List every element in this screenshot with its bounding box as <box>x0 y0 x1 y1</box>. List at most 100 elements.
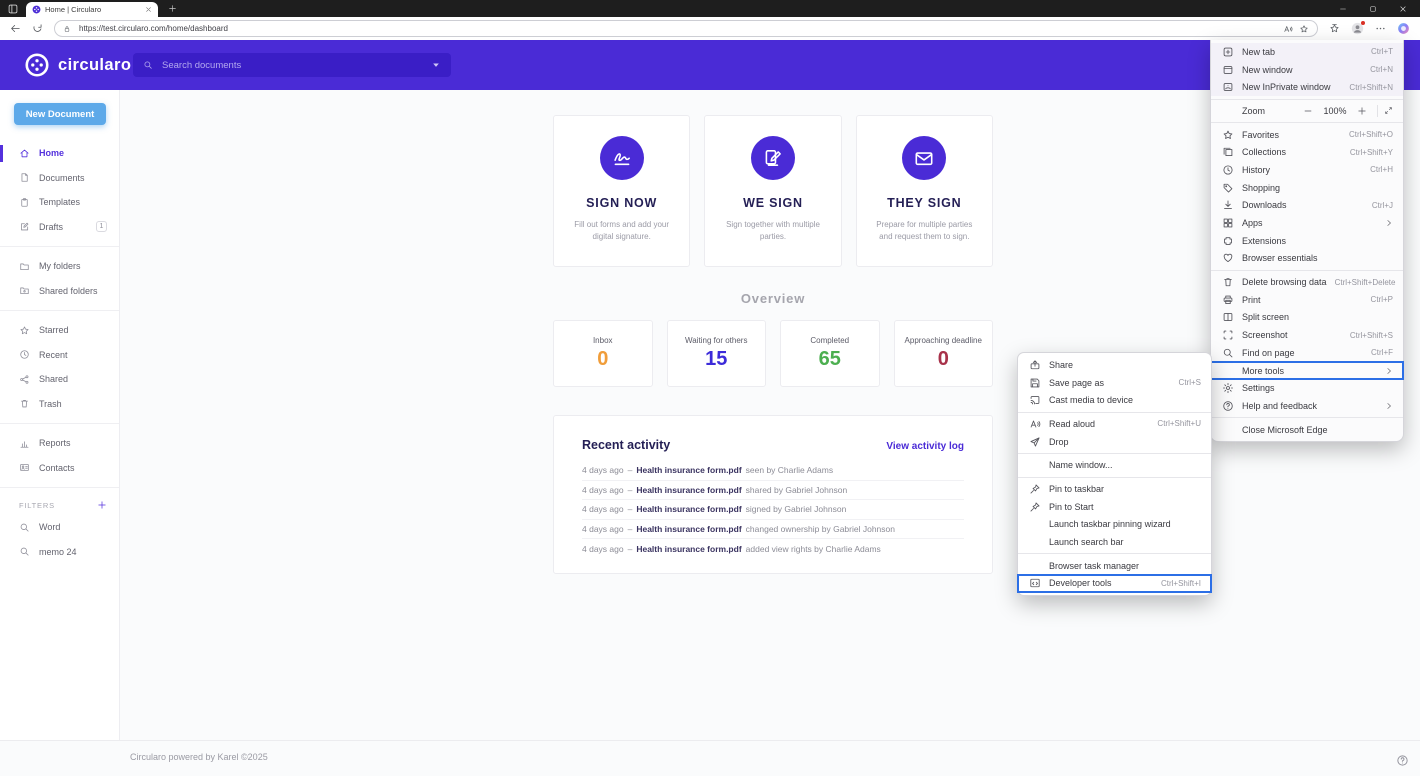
minus-icon[interactable] <box>1303 106 1313 116</box>
plus-icon[interactable] <box>97 500 107 510</box>
stat-value: 0 <box>938 348 949 371</box>
maximize-icon <box>1369 5 1377 13</box>
submenu-item[interactable]: Name window... <box>1018 456 1211 474</box>
sidebar-item[interactable]: Shared folders <box>0 279 119 304</box>
lock-icon[interactable] <box>63 25 71 33</box>
caret-down-icon[interactable] <box>431 60 441 70</box>
stat-card[interactable]: Completed 65 <box>780 320 880 387</box>
activity-file-link[interactable]: Health insurance form.pdf <box>636 544 741 554</box>
menu-item[interactable]: Favorites Ctrl+Shift+O <box>1211 126 1403 144</box>
activity-file-link[interactable]: Health insurance form.pdf <box>636 465 741 475</box>
menu-item[interactable]: Shopping <box>1211 179 1403 197</box>
menu-item[interactable]: Split screen <box>1211 309 1403 327</box>
submenu-item[interactable]: Read aloud Ctrl+Shift+U <box>1018 415 1211 433</box>
sidebar-item[interactable]: Drafts 1 <box>0 215 119 240</box>
menu-item[interactable]: Browser essentials <box>1211 250 1403 268</box>
browser-tab[interactable]: Home | Circularo <box>26 2 158 17</box>
submenu-item[interactable]: Cast media to device <box>1018 391 1211 409</box>
menu-item-label: Find on page <box>1242 348 1363 358</box>
help-icon[interactable] <box>1396 754 1409 767</box>
menu-item[interactable]: Find on page Ctrl+F <box>1211 344 1403 362</box>
stat-card[interactable]: Approaching deadline 0 <box>894 320 994 387</box>
submenu-item[interactable]: Drop <box>1018 433 1211 451</box>
menu-item-label: Favorites <box>1242 130 1341 140</box>
menu-item[interactable]: Apps <box>1211 214 1403 232</box>
read-aloud-icon[interactable] <box>1283 24 1293 34</box>
submenu-item[interactable]: Launch taskbar pinning wizard <box>1018 516 1211 534</box>
sign-card[interactable]: THEY SIGN Prepare for multiple parties a… <box>856 115 993 267</box>
sign-cards-row: SIGN NOW Fill out forms and add your dig… <box>553 115 993 267</box>
address-bar[interactable] <box>54 20 1318 37</box>
sidebar-item[interactable]: Home <box>0 141 119 166</box>
minimize-button[interactable] <box>1328 0 1358 17</box>
submenu-item[interactable]: Save page as Ctrl+S <box>1018 374 1211 392</box>
view-activity-log-link[interactable]: View activity log <box>886 441 964 452</box>
copilot-icon[interactable] <box>1397 22 1410 35</box>
sidebar-item[interactable]: Starred <box>0 318 119 343</box>
menu-item-label: Browser essentials <box>1242 253 1393 263</box>
menu-item[interactable]: History Ctrl+H <box>1211 161 1403 179</box>
sidebar-item[interactable]: Contacts <box>0 456 119 481</box>
menu-item[interactable]: New window Ctrl+N <box>1211 61 1403 79</box>
sign-card[interactable]: SIGN NOW Fill out forms and add your dig… <box>553 115 690 267</box>
plus-icon[interactable] <box>168 4 177 13</box>
sign-card-description: Sign together with multiple parties. <box>705 219 840 244</box>
app-logo[interactable]: circularo <box>24 52 131 78</box>
sidebar-item[interactable]: Recent <box>0 343 119 368</box>
menu-item[interactable]: New tab Ctrl+T <box>1211 43 1403 61</box>
sidebar-item[interactable]: Trash <box>0 392 119 417</box>
menu-item[interactable]: More tools <box>1211 362 1403 380</box>
sidebar-item[interactable]: Shared <box>0 367 119 392</box>
menu-shortcut: Ctrl+Shift+N <box>1349 83 1393 92</box>
menu-item[interactable]: Settings <box>1211 379 1403 397</box>
menu-item[interactable]: Screenshot Ctrl+Shift+S <box>1211 326 1403 344</box>
back-arrow-icon[interactable] <box>10 23 21 34</box>
close-icon[interactable] <box>145 6 152 13</box>
sign-card[interactable]: WE SIGN Sign together with multiple part… <box>704 115 841 267</box>
sidebar-item[interactable]: My folders <box>0 254 119 279</box>
refresh-icon[interactable] <box>32 23 43 34</box>
fullscreen-button[interactable] <box>1377 105 1393 117</box>
new-document-button[interactable]: New Document <box>14 103 106 125</box>
activity-file-link[interactable]: Health insurance form.pdf <box>636 485 741 495</box>
menu-item[interactable]: Collections Ctrl+Shift+Y <box>1211 143 1403 161</box>
menu-item[interactable]: Delete browsing data Ctrl+Shift+Delete <box>1211 273 1403 291</box>
menu-item[interactable]: Extensions <box>1211 232 1403 250</box>
stat-card[interactable]: Waiting for others 15 <box>667 320 767 387</box>
submenu-item[interactable]: Pin to taskbar <box>1018 480 1211 498</box>
sidebar-filter-item[interactable]: memo 24 <box>0 540 119 565</box>
close-button[interactable] <box>1388 0 1418 17</box>
menu-item[interactable]: New InPrivate window Ctrl+Shift+N <box>1211 78 1403 96</box>
favorites-bar-icon[interactable] <box>1329 23 1340 34</box>
search-input[interactable] <box>160 59 424 72</box>
document-search-bar[interactable] <box>133 53 451 77</box>
submenu-item[interactable]: Pin to Start <box>1018 498 1211 516</box>
activity-file-link[interactable]: Health insurance form.pdf <box>636 504 741 514</box>
activity-file-link[interactable]: Health insurance form.pdf <box>636 524 741 534</box>
submenu-item[interactable]: Share <box>1018 356 1211 374</box>
sidebar-item[interactable]: Reports <box>0 431 119 456</box>
submenu-item[interactable]: Launch search bar <box>1018 533 1211 551</box>
plus-icon[interactable] <box>1357 106 1367 116</box>
tab-actions-icon[interactable] <box>7 3 19 15</box>
submenu-item[interactable]: Developer tools Ctrl+Shift+I <box>1018 575 1211 593</box>
star-icon[interactable] <box>1299 24 1309 34</box>
maximize-button[interactable] <box>1358 0 1388 17</box>
sidebar-item-label: Contacts <box>39 463 75 473</box>
sidebar-item[interactable]: Templates <box>0 190 119 215</box>
sign-card-title: THEY SIGN <box>887 196 961 210</box>
submenu-shortcut: Ctrl+Shift+U <box>1157 419 1201 428</box>
search-icon <box>143 60 153 70</box>
sidebar-filter-item[interactable]: Word <box>0 515 119 540</box>
avatar-icon[interactable] <box>1351 22 1364 35</box>
trash-icon <box>1222 276 1234 288</box>
more-dots-icon[interactable] <box>1375 23 1386 34</box>
submenu-item[interactable]: Browser task manager <box>1018 557 1211 575</box>
stat-card[interactable]: Inbox 0 <box>553 320 653 387</box>
sidebar-item[interactable]: Documents <box>0 166 119 191</box>
menu-item[interactable]: Help and feedback <box>1211 397 1403 415</box>
menu-item[interactable]: Close Microsoft Edge <box>1211 421 1403 439</box>
menu-item[interactable]: Print Ctrl+P <box>1211 291 1403 309</box>
menu-item[interactable]: Downloads Ctrl+J <box>1211 197 1403 215</box>
url-input[interactable] <box>77 23 1277 34</box>
